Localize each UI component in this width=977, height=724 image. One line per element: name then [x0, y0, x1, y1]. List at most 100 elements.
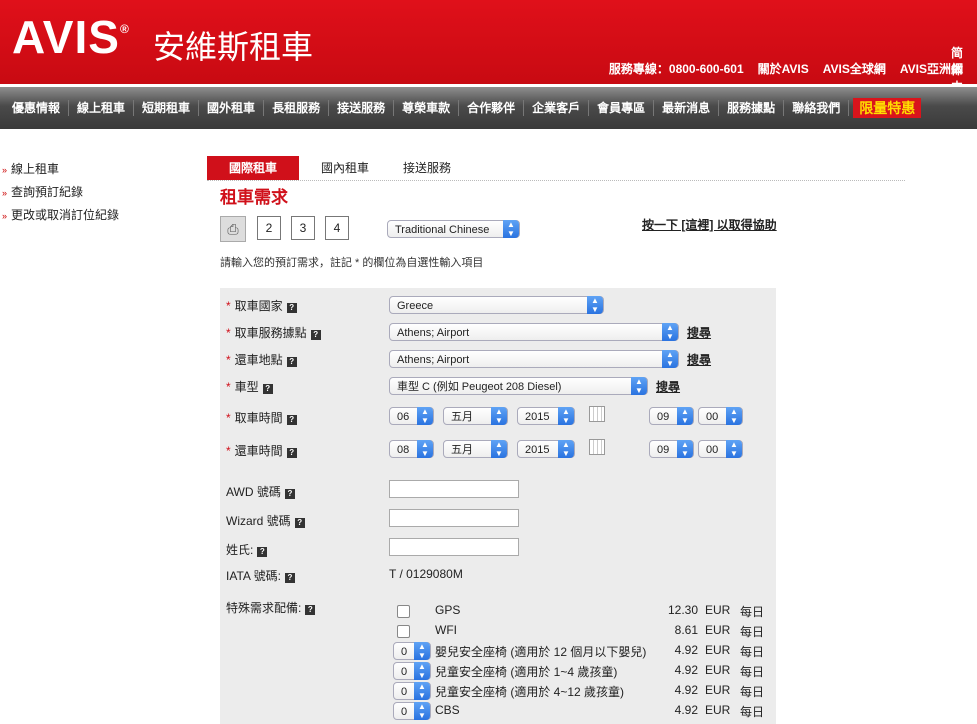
extra-name: 兒童安全座椅 (適用於 1~4 歲孩童)	[435, 665, 618, 679]
nav-promo[interactable]: 限量特惠	[853, 98, 922, 118]
wifi-checkbox[interactable]	[397, 625, 410, 638]
return-year-select[interactable]: 2015 ▲ ▼	[517, 440, 575, 458]
calendar-icon[interactable]	[589, 406, 605, 422]
pickup-day-select[interactable]: 06 ▲ ▼	[389, 407, 434, 425]
chevron-updown-icon: ▲ ▼	[662, 323, 678, 341]
nav-item[interactable]: 優惠情報	[4, 100, 70, 116]
print-icon[interactable]: ⎙	[220, 216, 246, 242]
return-day-select[interactable]: 08 ▲ ▼	[389, 440, 434, 458]
extra-price: 12.30	[667, 603, 698, 617]
nav-item[interactable]: 合作夥伴	[459, 100, 525, 116]
pickup-year-select[interactable]: 2015 ▲ ▼	[517, 407, 575, 425]
extra-price: 4.92	[674, 643, 698, 657]
nav-item[interactable]: 接送服務	[329, 100, 395, 116]
help-icon[interactable]: ?	[310, 330, 321, 340]
language-select[interactable]: Traditional Chinese ▲ ▼	[387, 220, 520, 238]
pickup-minute-select[interactable]: 00 ▲ ▼	[698, 407, 743, 425]
font-size-4-button[interactable]: 4	[325, 216, 349, 240]
nav-item[interactable]: 服務據點	[719, 100, 785, 116]
chevron-updown-icon: ▲ ▼	[677, 407, 693, 425]
pickup-location-select[interactable]: Athens; Airport ▲ ▼	[389, 323, 679, 341]
nav-item[interactable]: 短期租車	[134, 100, 200, 116]
help-icon[interactable]: ?	[284, 573, 295, 583]
extra-unit: 每日	[740, 685, 765, 699]
help-icon[interactable]: ?	[262, 384, 273, 394]
help-icon[interactable]: ?	[286, 303, 297, 313]
nav-item[interactable]: 會員專區	[589, 100, 655, 116]
pickup-country-select[interactable]: Greece ▲ ▼	[389, 296, 604, 314]
chevron-updown-icon: ▲ ▼	[726, 440, 742, 458]
chevron-updown-icon: ▲ ▼	[414, 662, 430, 680]
nav-item[interactable]: 聯絡我們	[784, 100, 850, 116]
font-size-2-button[interactable]: 2	[257, 216, 281, 240]
tab-bar: 國際租車 國內租車 接送服務	[207, 156, 905, 181]
chevron-updown-icon: ▲ ▼	[631, 377, 647, 395]
nav-item[interactable]: 長租服務	[264, 100, 330, 116]
sidebar-item-lookup[interactable]: » 查詢預訂紀錄	[2, 181, 119, 204]
cbs-qty-select[interactable]: 0 ▲ ▼	[393, 702, 431, 720]
infant-seat-qty-select[interactable]: 0 ▲ ▼	[393, 642, 431, 660]
help-icon[interactable]: ?	[305, 605, 316, 615]
return-location-select[interactable]: Athens; Airport ▲ ▼	[389, 350, 679, 368]
tab-international[interactable]: 國際租車	[207, 156, 299, 180]
iata-value: T / 0129080M	[389, 567, 463, 581]
search-pickup-link[interactable]: 搜尋	[687, 324, 711, 341]
sidebar-item-online[interactable]: » 線上租車	[2, 158, 119, 181]
pickup-hour-select[interactable]: 09 ▲ ▼	[649, 407, 694, 425]
search-car-link[interactable]: 搜尋	[656, 378, 680, 395]
extra-price: 4.92	[674, 683, 698, 697]
surname-input[interactable]	[389, 538, 519, 556]
extra-currency: EUR	[705, 683, 731, 697]
awd-input[interactable]	[389, 480, 519, 498]
tab-domestic[interactable]: 國內租車	[311, 156, 379, 180]
header-link-global[interactable]: AVIS全球網	[823, 62, 886, 76]
return-minute-select[interactable]: 00 ▲ ▼	[698, 440, 743, 458]
chevron-updown-icon: ▲ ▼	[414, 682, 430, 700]
header-banner: AVIS® 安維斯租車 简体中文 服務專線：0800-600-601關於AVIS…	[0, 0, 977, 111]
wizard-label: Wizard 號碼?	[226, 512, 305, 529]
instruction-text: 請輸入您的預訂需求，註記 * 的欄位為自選性輸入項目	[220, 257, 484, 269]
nav-item[interactable]: 最新消息	[654, 100, 720, 116]
pickup-location-label: * 取車服務據點?	[226, 324, 321, 341]
help-link[interactable]: 按一下 [這裡] 以取得協助	[642, 216, 777, 233]
car-type-label: * 車型?	[226, 378, 273, 395]
header-links: 服務專線：0800-600-601 關於AVIS AVIS全球網 AVIS亞洲網	[595, 60, 963, 77]
gps-checkbox[interactable]	[397, 605, 410, 618]
return-time-label: * 還車時間?	[226, 442, 297, 459]
calendar-icon[interactable]	[589, 439, 605, 455]
help-icon[interactable]: ?	[294, 518, 305, 528]
chevron-updown-icon: ▲ ▼	[587, 296, 603, 314]
help-icon[interactable]: ?	[286, 357, 297, 367]
header-link-asia[interactable]: AVIS亞洲網	[900, 62, 963, 76]
chevron-updown-icon: ▲ ▼	[414, 642, 430, 660]
extra-price: 4.92	[674, 703, 698, 717]
chevron-updown-icon: ▲ ▼	[417, 440, 433, 458]
pickup-month-select[interactable]: 五月 ▲ ▼	[443, 407, 508, 425]
child-seat-4-12-qty-select[interactable]: 0 ▲ ▼	[393, 682, 431, 700]
chevron-updown-icon: ▲ ▼	[726, 407, 742, 425]
nav-item[interactable]: 線上租車	[69, 100, 135, 116]
extra-price: 4.92	[674, 663, 698, 677]
car-type-select[interactable]: 車型 C (例如 Peugeot 208 Diesel) ▲ ▼	[389, 377, 648, 395]
extra-currency: EUR	[705, 623, 731, 637]
nav-item[interactable]: 國外租車	[199, 100, 265, 116]
sidebar-item-modify[interactable]: » 更改或取消訂位紀錄	[2, 204, 119, 227]
nav-item[interactable]: 企業客戶	[524, 100, 590, 116]
header-link-about[interactable]: 關於AVIS	[758, 62, 809, 76]
extra-name: GPS	[435, 603, 461, 617]
return-month-select[interactable]: 五月 ▲ ▼	[443, 440, 508, 458]
nav-item[interactable]: 尊榮車款	[394, 100, 460, 116]
wizard-input[interactable]	[389, 509, 519, 527]
child-seat-1-4-qty-select[interactable]: 0 ▲ ▼	[393, 662, 431, 680]
search-return-link[interactable]: 搜尋	[687, 351, 711, 368]
double-arrow-icon: »	[2, 165, 8, 175]
help-icon[interactable]: ?	[284, 489, 295, 499]
pickup-time-label: * 取車時間?	[226, 409, 297, 426]
help-icon[interactable]: ?	[286, 415, 297, 425]
help-icon[interactable]: ?	[257, 547, 268, 557]
avis-logo[interactable]: AVIS®	[12, 14, 130, 60]
font-size-3-button[interactable]: 3	[291, 216, 315, 240]
help-icon[interactable]: ?	[286, 448, 297, 458]
tab-transfer[interactable]: 接送服務	[397, 156, 457, 180]
return-hour-select[interactable]: 09 ▲ ▼	[649, 440, 694, 458]
